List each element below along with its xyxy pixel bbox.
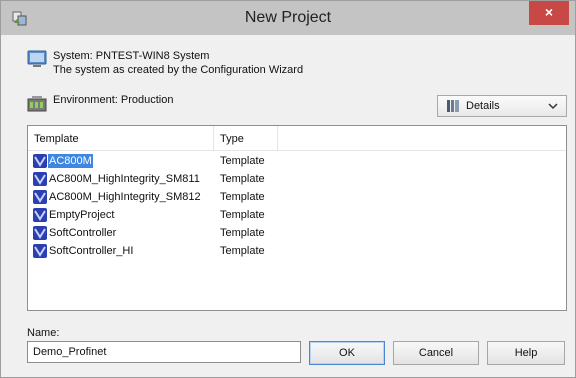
help-button[interactable]: Help: [487, 341, 565, 365]
column-header-type[interactable]: Type: [214, 126, 278, 150]
list-item[interactable]: SoftController Template: [28, 224, 566, 242]
template-list[interactable]: Template Type AC800M Template AC800M_Hig…: [27, 125, 567, 311]
template-icon: [33, 190, 47, 204]
list-item[interactable]: AC800M_HighIntegrity_SM812 Template: [28, 188, 566, 206]
list-item[interactable]: EmptyProject Template: [28, 206, 566, 224]
dialog-body: System: PNTEST-WIN8 System The system as…: [1, 35, 575, 377]
ok-button[interactable]: OK: [309, 341, 385, 365]
template-icon: [33, 244, 47, 258]
template-icon: [33, 226, 47, 240]
environment-icon: [27, 96, 47, 112]
template-type: Template: [220, 173, 265, 185]
new-project-dialog: New Project × System: PNTEST-WIN8 System…: [0, 0, 576, 378]
list-item[interactable]: AC800M_HighIntegrity_SM811 Template: [28, 170, 566, 188]
template-name: SoftController_HI: [49, 245, 134, 257]
list-header: Template Type: [28, 126, 566, 151]
environment-info: Environment: Production: [27, 93, 173, 113]
template-type: Template: [220, 209, 265, 221]
template-name: AC800M_HighIntegrity_SM811: [49, 173, 200, 185]
view-mode-value: Details: [466, 100, 500, 112]
environment-label: Environment: Production: [53, 94, 174, 106]
system-info: System: PNTEST-WIN8 System The system as…: [27, 49, 303, 77]
template-name: AC800M_HighIntegrity_SM812: [49, 191, 201, 203]
template-type: Template: [220, 155, 265, 167]
template-icon: [33, 154, 47, 168]
system-name: System: PNTEST-WIN8 System: [53, 50, 210, 62]
title-bar[interactable]: New Project ×: [1, 1, 575, 35]
dialog-title: New Project: [244, 9, 332, 26]
chevron-down-icon: [548, 103, 558, 110]
view-mode-select[interactable]: Details: [437, 95, 567, 117]
cancel-button[interactable]: Cancel: [393, 341, 479, 365]
template-name: SoftController: [49, 227, 117, 239]
close-button[interactable]: ×: [529, 1, 569, 25]
template-icon: [33, 172, 47, 186]
list-item[interactable]: AC800M Template: [28, 152, 566, 170]
details-view-icon: [447, 100, 459, 112]
template-icon: [33, 208, 47, 222]
system-description: The system as created by the Configurati…: [53, 64, 304, 76]
template-type: Template: [220, 227, 265, 239]
template-name: AC800M: [48, 154, 93, 168]
column-header-template[interactable]: Template: [28, 126, 214, 150]
list-item[interactable]: SoftController_HI Template: [28, 242, 566, 260]
project-name-input[interactable]: [27, 341, 301, 363]
template-name: EmptyProject: [49, 209, 115, 221]
system-monitor-icon: [27, 50, 47, 67]
list-rows: AC800M Template AC800M_HighIntegrity_SM8…: [28, 152, 566, 260]
name-label: Name:: [27, 327, 60, 339]
template-type: Template: [220, 191, 265, 203]
template-type: Template: [220, 245, 265, 257]
